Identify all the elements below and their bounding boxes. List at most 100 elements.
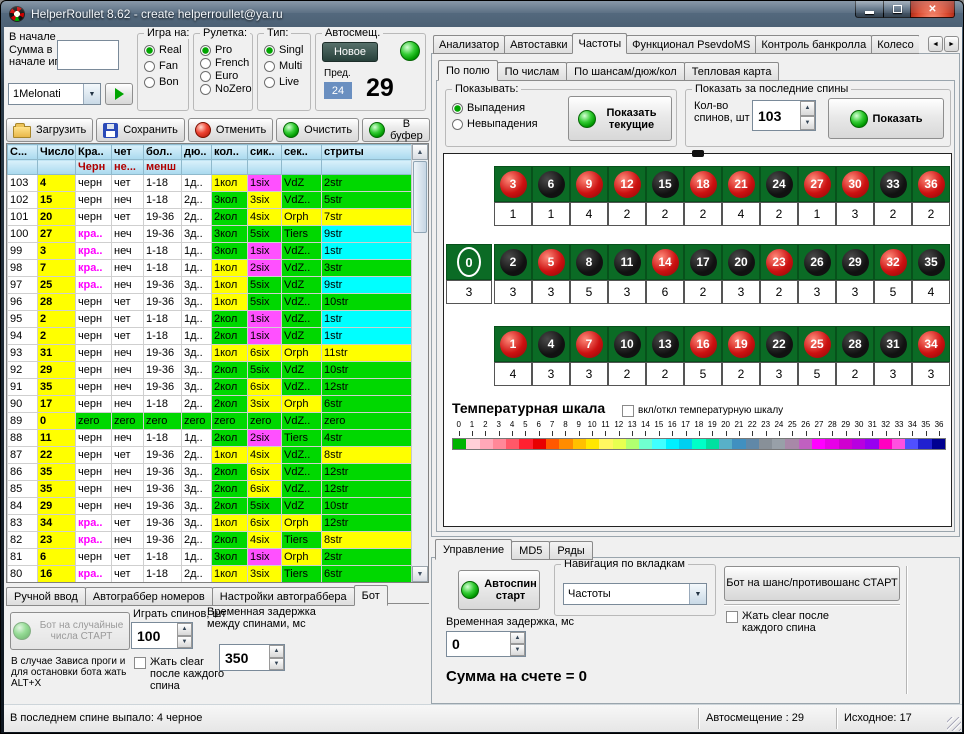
column-header[interactable]: стриты	[322, 145, 412, 160]
tab[interactable]: По шансам/дюж/кол	[566, 62, 685, 81]
close-button[interactable]: ✕	[910, 1, 955, 18]
column-header[interactable]: дю..	[182, 145, 212, 160]
temperature-scale-checkbox[interactable]: вкл/откл температурную шкалу	[622, 404, 783, 417]
radio-option[interactable]: Fan	[144, 60, 186, 72]
radio-option[interactable]: Bon	[144, 76, 186, 88]
spin-down-icon[interactable]: ▼	[177, 636, 192, 649]
tab[interactable]: Управление	[435, 539, 512, 560]
tab[interactable]: Контроль банкролла	[755, 35, 872, 54]
tab[interactable]: Автоставки	[504, 35, 573, 54]
chevron-down-icon[interactable]: ▼	[689, 584, 706, 604]
table-row[interactable]: 1034чернчет1-181д..1кол1sixVdZ2str	[8, 175, 412, 192]
table-row[interactable]: 8429черннеч19-363д..2кол5sixVdZ10str	[8, 498, 412, 515]
show-current-button[interactable]: Показать текущие	[568, 96, 672, 141]
autospin-start-button[interactable]: Автоспин старт	[458, 570, 540, 610]
table-row[interactable]: 890zerozerozerozerozerozeroVdZ..zero	[8, 413, 412, 430]
table-row[interactable]: 8334кра..чет19-363д..1кол6sixOrph12str	[8, 515, 412, 532]
spin-up-icon[interactable]: ▲	[510, 632, 525, 644]
radio-option[interactable]: French	[200, 57, 250, 69]
spin-delay-spinner[interactable]: 350 ▲▼	[219, 644, 285, 671]
table-row[interactable]: 10215черннеч1-182д..3кол3sixVdZ..5str	[8, 192, 412, 209]
column-header[interactable]: бол..	[144, 145, 182, 160]
tab[interactable]: Тепловая карта	[684, 62, 780, 81]
save-button[interactable]: Сохранить	[96, 118, 185, 142]
spin-down-icon[interactable]: ▼	[510, 644, 525, 656]
preset-combo[interactable]: 1Melonati ▼	[8, 83, 101, 105]
chance-bot-button[interactable]: Бот на шанс/противошанс СТАРТ	[724, 566, 900, 601]
random-bot-button[interactable]: Бот на случайные числа СТАРТ	[10, 612, 130, 650]
tab-navigation-combo[interactable]: Частоты ▼	[563, 583, 707, 605]
table-row[interactable]: 952чернчет1-181д..2кол1sixVdZ..1str	[8, 311, 412, 328]
buffer-button[interactable]: В буфер	[362, 118, 430, 142]
tab[interactable]: Частоты	[572, 33, 627, 54]
tab[interactable]: Колесо	[871, 35, 919, 54]
new-shift-button[interactable]: Новое	[322, 42, 378, 62]
tab[interactable]: Автограббер номеров	[85, 587, 213, 606]
spin-down-icon[interactable]: ▼	[800, 116, 815, 131]
radio-option[interactable]: Real	[144, 44, 186, 56]
column-header[interactable]: Кра..	[76, 145, 112, 160]
table-row[interactable]: 8223кра..неч19-362д..2кол4sixTiers8str	[8, 532, 412, 549]
table-row[interactable]: 8811черннеч1-181д..2кол2sixTiers4str	[8, 430, 412, 447]
table-scrollbar[interactable]: ▲ ▼	[411, 144, 428, 582]
table-row[interactable]: 9017черннеч1-182д..2кол3sixOrph6str	[8, 396, 412, 413]
load-button[interactable]: Загрузить	[6, 118, 93, 142]
table-row[interactable]: 8535черннеч19-363д..2кол6sixVdZ..12str	[8, 481, 412, 498]
radio-option[interactable]: Pro	[200, 44, 250, 56]
spin-up-icon[interactable]: ▲	[269, 645, 284, 658]
tab[interactable]: Анализатор	[433, 35, 505, 54]
table-row[interactable]: 9135черннеч19-363д..2кол6sixVdZ..12str	[8, 379, 412, 396]
column-header[interactable]: сик..	[248, 145, 282, 160]
table-row[interactable]: 942чернчет1-181д..2кол1sixVdZ1str	[8, 328, 412, 345]
radio-option[interactable]: Live	[264, 76, 308, 88]
scroll-down-icon[interactable]: ▼	[412, 566, 428, 582]
table-row[interactable]: 9229черннеч19-363д..2кол5sixVdZ10str	[8, 362, 412, 379]
tab-scroll-right-button[interactable]: ►	[944, 36, 959, 52]
column-header[interactable]: С...	[8, 145, 38, 160]
spin-down-icon[interactable]: ▼	[269, 658, 284, 671]
tab-scroll-left-button[interactable]: ◄	[928, 36, 943, 52]
column-header[interactable]: кол..	[212, 145, 248, 160]
radio-option[interactable]: Multi	[264, 60, 308, 72]
show-button[interactable]: Показать	[828, 98, 944, 139]
table-row[interactable]: 9628чернчет19-363д..1кол5sixVdZ..10str	[8, 294, 412, 311]
clear-after-spin-checkbox-2[interactable]: Жать clear после каждого спина	[726, 610, 836, 634]
spins-window-spinner[interactable]: 103 ▲▼	[752, 100, 816, 131]
tab[interactable]: Функционал PsevdoMS	[626, 35, 756, 54]
minimize-button[interactable]	[855, 1, 884, 18]
spin-up-icon[interactable]: ▲	[177, 623, 192, 636]
scrollbar-thumb[interactable]	[413, 161, 427, 233]
tab[interactable]: MD5	[511, 541, 550, 560]
table-row[interactable]: 10027кра..неч19-363д..3кол5sixTiers9str	[8, 226, 412, 243]
chevron-down-icon[interactable]: ▼	[83, 84, 100, 104]
scroll-up-icon[interactable]: ▲	[412, 144, 428, 160]
table-row[interactable]: 993кра..неч1-181д..3кол1sixVdZ..1str	[8, 243, 412, 260]
table-row[interactable]: 8635черннеч19-363д..2кол6sixVdZ..12str	[8, 464, 412, 481]
cancel-button[interactable]: Отменить	[188, 118, 273, 142]
tab[interactable]: Ряды	[549, 541, 592, 560]
tab[interactable]: Настройки автограббера	[212, 587, 355, 606]
table-row[interactable]: 8016кра..чет1-182д..1кол3sixTiers6str	[8, 566, 412, 583]
table-row[interactable]: 10120чернчет19-362д..2кол4sixOrph7str	[8, 209, 412, 226]
column-header[interactable]: сек..	[282, 145, 322, 160]
table-row[interactable]: 8722чернчет19-362д..1кол4sixVdZ..8str	[8, 447, 412, 464]
table-row[interactable]: 816чернчет1-181д..3кол1sixOrph2str	[8, 549, 412, 566]
maximize-button[interactable]	[883, 1, 911, 18]
column-header[interactable]: чет	[112, 145, 144, 160]
delay-spinner[interactable]: 0 ▲▼	[446, 631, 526, 657]
spin-up-icon[interactable]: ▲	[800, 101, 815, 116]
resize-grip[interactable]	[947, 717, 961, 731]
tab[interactable]: Ручной ввод	[6, 587, 86, 606]
tab[interactable]: Бот	[354, 585, 388, 606]
clear-button[interactable]: Очистить	[276, 118, 359, 142]
start-sum-input[interactable]	[57, 40, 119, 70]
table-row[interactable]: 9331черннеч19-363д..1кол6sixOrph11str	[8, 345, 412, 362]
play-button[interactable]	[105, 83, 133, 105]
table-row[interactable]: 9725кра..неч19-363д..1кол5sixVdZ9str	[8, 277, 412, 294]
radio-option[interactable]: Euro	[200, 70, 250, 82]
table-row[interactable]: 987кра..неч1-181д..1кол2sixVdZ..3str	[8, 260, 412, 277]
column-header[interactable]: Число	[38, 145, 76, 160]
tab[interactable]: По числам	[497, 62, 568, 81]
tab[interactable]: По полю	[438, 60, 498, 81]
radio-option[interactable]: Singl	[264, 44, 308, 56]
